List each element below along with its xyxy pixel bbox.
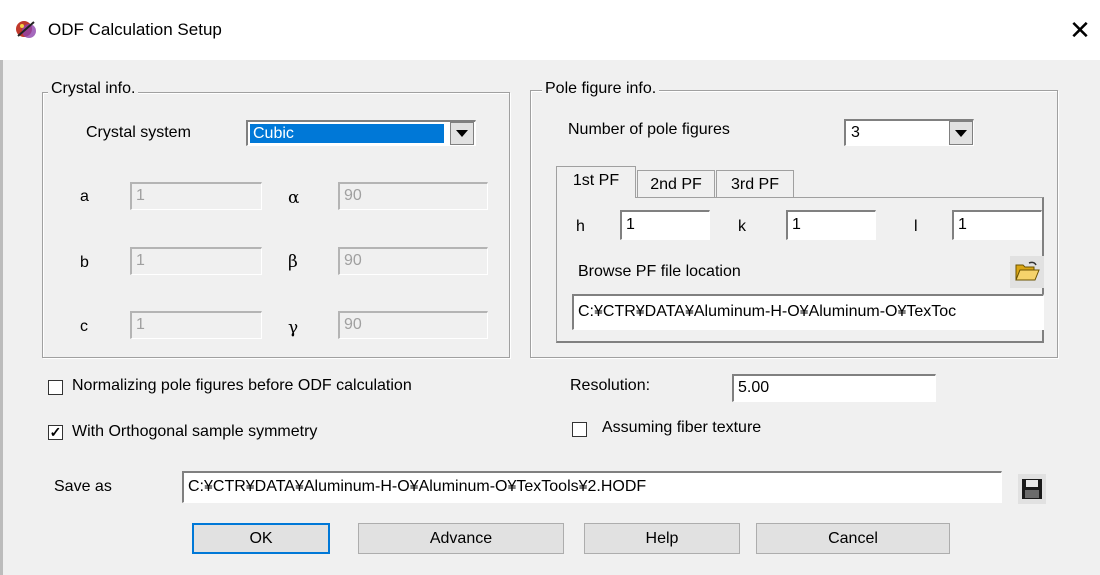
crystal-system-dropdown-button[interactable] [450,122,474,145]
floppy-disk-icon [1022,479,1042,499]
param-beta-label: β [288,252,298,272]
window-title: ODF Calculation Setup [48,20,222,39]
k-field[interactable]: 1 [786,210,876,240]
orthogonal-label: With Orthogonal sample symmetry [72,423,318,440]
chevron-down-icon [456,130,468,137]
pf-file-path-field[interactable]: C:¥CTR¥DATA¥Aluminum-H-O¥Aluminum-O¥TexT… [572,294,1044,330]
save-as-path-field[interactable]: C:¥CTR¥DATA¥Aluminum-H-O¥Aluminum-O¥TexT… [182,471,1002,503]
tab-2nd-pf[interactable]: 2nd PF [637,170,715,198]
pole-count-label: Number of pole figures [568,121,730,138]
tab-3rd-pf[interactable]: 3rd PF [716,170,794,198]
param-a-label: a [80,188,89,205]
l-label: l [914,218,918,235]
param-c-field[interactable]: 1 [130,311,262,339]
close-button[interactable]: ✕ [1066,16,1094,44]
advance-button[interactable]: Advance [358,523,564,554]
crystal-system-select[interactable]: Cubic [246,120,476,146]
param-beta-field[interactable]: 90 [338,247,488,275]
browse-pf-label: Browse PF file location [578,263,741,280]
pole-figure-info-legend: Pole figure info. [542,80,660,98]
param-c-label: c [80,318,88,335]
param-alpha-label: α [288,188,300,208]
app-icon [14,18,40,42]
param-gamma-field[interactable]: 90 [338,311,488,339]
resolution-label: Resolution: [570,377,651,394]
fiber-texture-checkbox[interactable] [572,422,587,437]
browse-pf-button[interactable] [1010,256,1044,288]
pole-count-select[interactable]: 3 [844,119,974,146]
param-b-field[interactable]: 1 [130,247,262,275]
cancel-button[interactable]: Cancel [756,523,950,554]
tab-1st-pf[interactable]: 1st PF [556,166,636,198]
save-file-button[interactable] [1018,474,1046,504]
normalize-label: Normalizing pole figures before ODF calc… [72,377,412,394]
fiber-texture-label: Assuming fiber texture [602,419,762,436]
window-left-edge [0,60,3,575]
param-alpha-field[interactable]: 90 [338,182,488,210]
l-field[interactable]: 1 [952,210,1042,240]
h-field[interactable]: 1 [620,210,710,240]
crystal-system-value: Cubic [250,124,444,143]
checkmark-icon: ✓ [49,424,62,440]
crystal-info-legend: Crystal info. [48,80,139,98]
help-button[interactable]: Help [584,523,740,554]
h-label: h [576,218,585,235]
folder-open-icon [1015,261,1040,281]
save-as-label: Save as [54,478,112,495]
chevron-down-icon [955,129,967,137]
crystal-system-label: Crystal system [86,124,191,141]
ok-button[interactable]: OK [192,523,330,554]
orthogonal-checkbox[interactable]: ✓ [48,425,63,440]
pole-count-dropdown-button[interactable] [949,121,973,145]
param-a-field[interactable]: 1 [130,182,262,210]
k-label: k [738,218,746,235]
resolution-field[interactable]: 5.00 [732,374,936,402]
pole-count-value: 3 [851,124,860,141]
normalize-checkbox[interactable] [48,380,63,395]
param-gamma-label: γ [288,318,299,338]
close-icon: ✕ [1069,15,1091,45]
param-b-label: b [80,254,89,271]
